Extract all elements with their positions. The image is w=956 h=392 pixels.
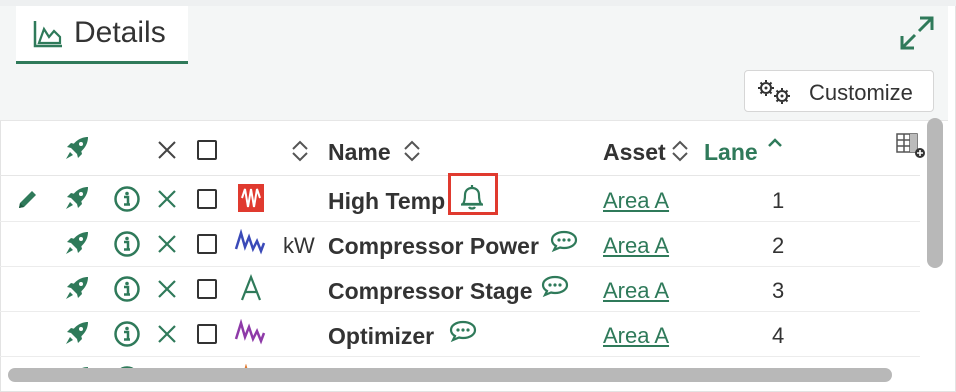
customize-button[interactable]: Customize <box>744 70 934 112</box>
details-table: Name Asset Lane High Temp Area A 1 kW Co… <box>0 121 920 371</box>
column-settings-icon[interactable] <box>895 131 925 159</box>
remove-icon[interactable] <box>157 189 177 209</box>
signal-blue-icon <box>234 229 266 255</box>
rocket-icon[interactable] <box>64 135 90 161</box>
row-asset-link[interactable]: Area A <box>603 278 669 304</box>
table-header-row: Name Asset Lane <box>0 121 920 176</box>
row-lane: 1 <box>772 188 785 213</box>
row-name[interactable]: Compressor Power <box>328 233 539 260</box>
row-checkbox[interactable] <box>197 279 217 299</box>
rocket-icon[interactable] <box>64 230 90 256</box>
vertical-scrollbar-thumb[interactable] <box>927 118 943 268</box>
info-icon[interactable] <box>113 275 141 303</box>
table-row[interactable]: kW Compressor Power Area A 2 <box>0 221 920 267</box>
row-lane: 2 <box>772 233 785 258</box>
row-lane: 4 <box>772 323 785 348</box>
sort-ascending-icon[interactable] <box>766 137 784 149</box>
asset-sort-icon[interactable] <box>670 139 690 163</box>
area-chart-icon <box>33 21 62 48</box>
comment-icon[interactable] <box>448 319 478 343</box>
horizontal-scrollbar-thumb[interactable] <box>8 368 892 382</box>
tab-details[interactable]: Details <box>16 6 188 64</box>
row-checkbox[interactable] <box>197 189 217 209</box>
signal-purple-icon <box>234 319 266 345</box>
info-icon[interactable] <box>113 230 141 258</box>
column-header-asset[interactable]: Asset <box>603 139 666 166</box>
info-icon[interactable] <box>113 320 141 348</box>
select-all-checkbox[interactable] <box>197 140 217 160</box>
row-asset-link[interactable]: Area A <box>603 233 669 259</box>
row-asset-link[interactable]: Area A <box>603 323 669 349</box>
string-signal-icon <box>240 274 262 301</box>
rocket-icon[interactable] <box>64 275 90 301</box>
close-icon[interactable] <box>157 140 177 160</box>
remove-icon[interactable] <box>157 279 177 299</box>
column-header-name[interactable]: Name <box>328 139 391 166</box>
expand-icon[interactable] <box>898 14 936 52</box>
remove-icon[interactable] <box>157 234 177 254</box>
comment-icon[interactable] <box>540 274 570 298</box>
info-icon[interactable] <box>113 185 141 213</box>
row-unit: kW <box>283 233 315 258</box>
sort-icon[interactable] <box>290 139 310 163</box>
condition-red-icon <box>238 184 264 212</box>
rocket-icon[interactable] <box>64 320 90 346</box>
pencil-icon[interactable] <box>16 187 40 211</box>
column-header-lane[interactable]: Lane <box>704 139 758 166</box>
row-lane: 3 <box>772 278 785 303</box>
row-checkbox[interactable] <box>197 324 217 344</box>
gears-icon <box>758 80 790 104</box>
table-row[interactable]: Compressor Stage Area A 3 <box>0 266 920 312</box>
customize-label: Customize <box>809 80 913 105</box>
table-row[interactable]: Optimizer Area A 4 <box>0 311 920 357</box>
bell-highlight-box <box>448 173 498 215</box>
tab-details-label: Details <box>74 16 166 49</box>
row-name[interactable]: High Temp <box>328 188 445 215</box>
row-checkbox[interactable] <box>197 234 217 254</box>
name-sort-icon[interactable] <box>402 139 422 163</box>
row-name[interactable]: Compressor Stage <box>328 278 533 305</box>
rocket-icon[interactable] <box>64 185 90 211</box>
comment-icon[interactable] <box>549 229 579 253</box>
row-asset-link[interactable]: Area A <box>603 188 669 214</box>
remove-icon[interactable] <box>157 324 177 344</box>
row-name[interactable]: Optimizer <box>328 323 434 350</box>
